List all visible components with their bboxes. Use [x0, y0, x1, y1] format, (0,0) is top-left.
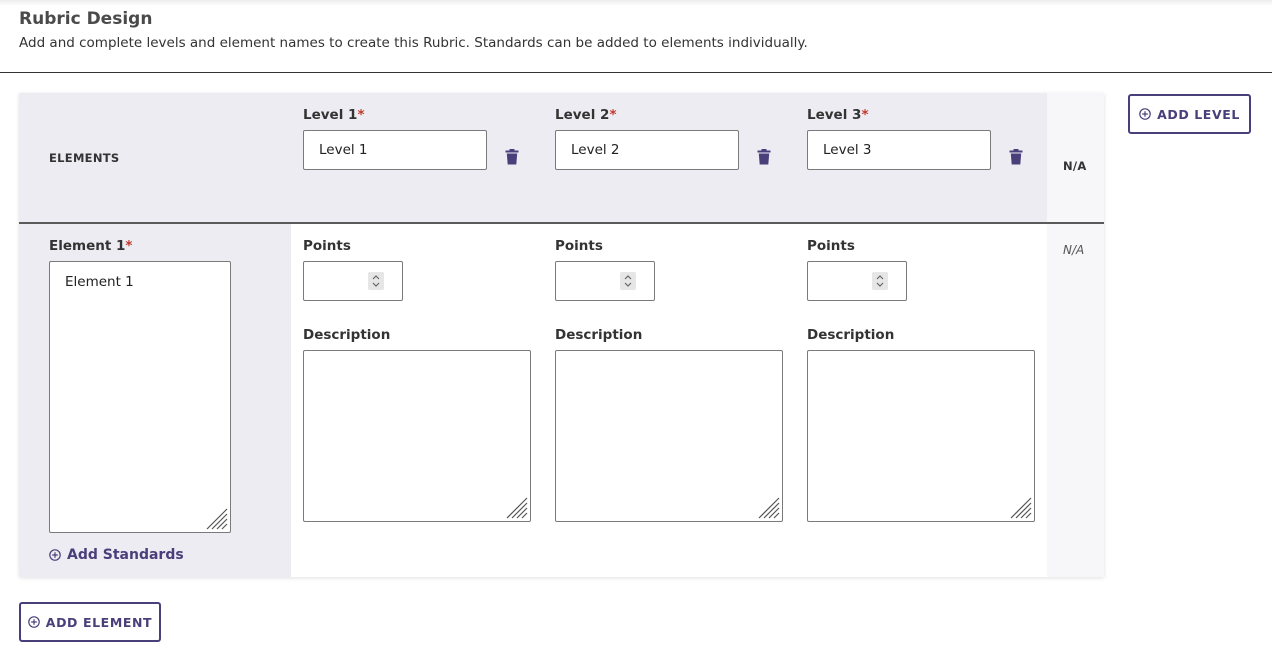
resize-grip-icon[interactable]	[1010, 497, 1032, 519]
element-1-label: Element 1*	[49, 238, 132, 254]
stepper-icon[interactable]	[368, 272, 384, 290]
resize-grip-icon[interactable]	[206, 508, 228, 530]
delete-level-3-trash-icon[interactable]	[1009, 149, 1023, 165]
level-3-input[interactable]	[807, 130, 991, 170]
add-element-label: ADD ELEMENT	[45, 614, 153, 630]
description-label: Description	[555, 327, 643, 343]
required-marker: *	[861, 107, 869, 123]
required-marker: *	[609, 107, 617, 123]
add-element-button[interactable]: ADD ELEMENT	[19, 602, 161, 642]
level-2-input[interactable]	[555, 130, 739, 170]
level-2-label-text: Level 2	[555, 107, 610, 123]
page-subtitle: Add and complete levels and element name…	[19, 35, 808, 51]
stepper-icon[interactable]	[620, 272, 636, 290]
add-level-button[interactable]: ADD LEVEL	[1128, 94, 1251, 134]
element-1-label-text: Element 1	[49, 238, 126, 254]
points-label: Points	[807, 238, 855, 254]
add-level-label: ADD LEVEL	[1157, 106, 1240, 122]
delete-level-2-trash-icon[interactable]	[757, 149, 771, 165]
header-divider	[19, 222, 1104, 224]
points-input-level-3[interactable]	[807, 261, 907, 301]
required-marker: *	[357, 107, 365, 123]
top-shadow	[0, 0, 1272, 6]
description-label: Description	[807, 327, 895, 343]
stepper-icon[interactable]	[872, 272, 888, 290]
points-input-level-2[interactable]	[555, 261, 655, 301]
level-1-label-text: Level 1	[303, 107, 358, 123]
elements-header-label: ELEMENTS	[49, 151, 120, 165]
add-standards-link[interactable]: Add Standards	[49, 547, 184, 563]
na-header-label: N/A	[1063, 159, 1087, 173]
section-divider	[0, 72, 1272, 73]
na-cell: N/A	[1063, 243, 1085, 257]
plus-circle-icon	[49, 549, 61, 561]
add-standards-label: Add Standards	[67, 547, 184, 563]
element-1-value: Element 1	[65, 274, 134, 290]
level-3-label-text: Level 3	[807, 107, 862, 123]
level-1-label: Level 1*	[303, 107, 365, 123]
delete-level-1-trash-icon[interactable]	[505, 149, 519, 165]
page-title: Rubric Design	[19, 9, 153, 29]
description-textarea-level-2[interactable]	[555, 350, 783, 522]
rubric-table: ELEMENTS N/A Level 1* Level 2* Level 3* …	[19, 93, 1104, 577]
description-textarea-level-3[interactable]	[807, 350, 1035, 522]
resize-grip-icon[interactable]	[506, 497, 528, 519]
required-marker: *	[125, 238, 133, 254]
points-label: Points	[303, 238, 351, 254]
resize-grip-icon[interactable]	[758, 497, 780, 519]
plus-circle-icon	[27, 616, 40, 628]
plus-circle-icon	[1139, 108, 1151, 120]
level-3-label: Level 3*	[807, 107, 869, 123]
points-input-level-1[interactable]	[303, 261, 403, 301]
points-label: Points	[555, 238, 603, 254]
level-1-input[interactable]	[303, 130, 487, 170]
element-1-textarea[interactable]: Element 1	[49, 261, 231, 533]
description-textarea-level-1[interactable]	[303, 350, 531, 522]
level-2-label: Level 2*	[555, 107, 617, 123]
description-label: Description	[303, 327, 391, 343]
